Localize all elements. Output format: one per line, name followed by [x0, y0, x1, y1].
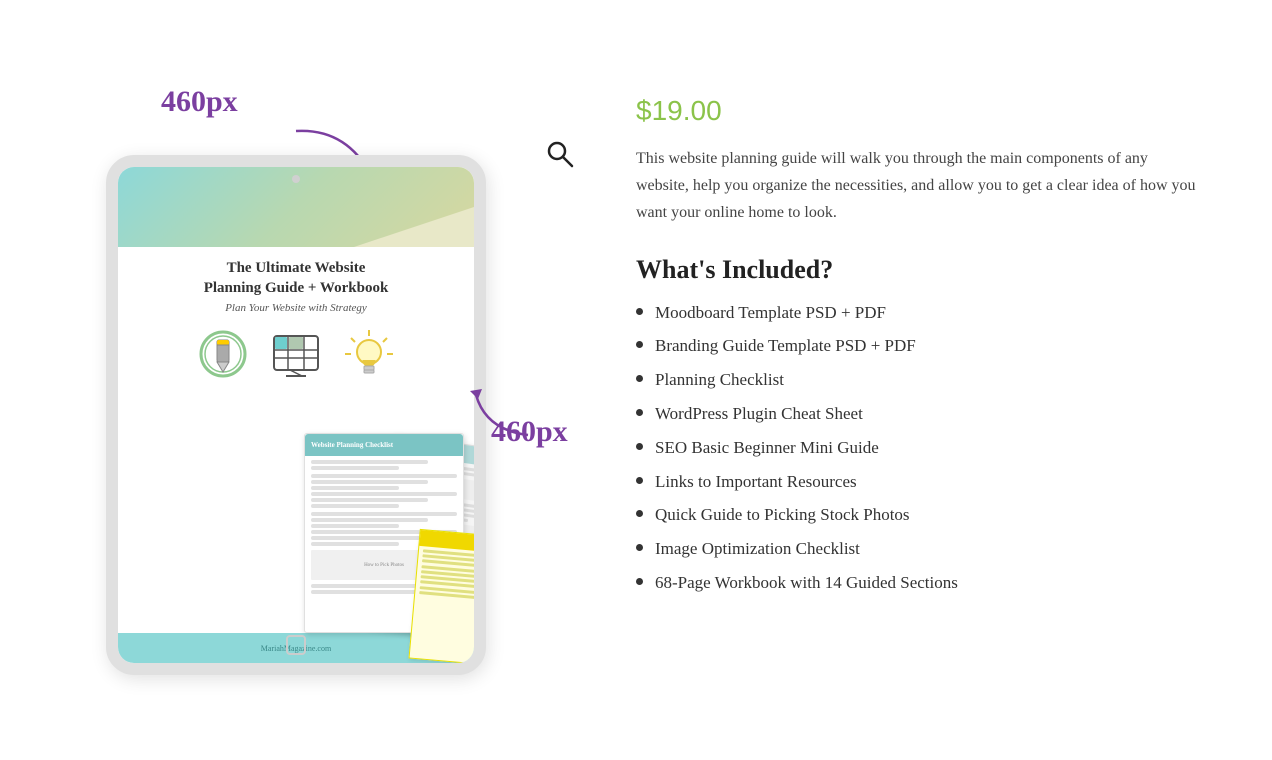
screen-grid-icon	[269, 326, 324, 381]
right-panel: $19.00 This website planning guide will …	[636, 85, 1196, 605]
sheet-yellow-body	[415, 546, 486, 607]
tablet-frame: The Ultimate WebsitePlanning Guide + Wor…	[106, 155, 486, 675]
list-item: Branding Guide Template PSD + PDF	[636, 334, 1196, 358]
pencil-circle-icon	[196, 326, 251, 381]
list-item-text: Image Optimization Checklist	[655, 537, 860, 561]
bullet-dot	[636, 544, 643, 551]
list-item: SEO Basic Beginner Mini Guide	[636, 436, 1196, 460]
list-item: 68-Page Workbook with 14 Guided Sections	[636, 571, 1196, 595]
bullet-dot	[636, 341, 643, 348]
arrow-right-icon	[466, 375, 536, 445]
lightbulb-icon	[342, 326, 397, 381]
dimension-label-top: 460px	[161, 85, 238, 119]
left-panel: 460px The Ultimate We	[76, 85, 576, 675]
list-item-text: 68-Page Workbook with 14 Guided Sections	[655, 571, 958, 595]
pages-stack: Stock Photo Quick Guide	[304, 403, 486, 663]
page-container: 460px The Ultimate We	[36, 55, 1236, 705]
bullet-dot	[636, 375, 643, 382]
bullet-dot	[636, 443, 643, 450]
bullet-dot	[636, 477, 643, 484]
tablet-home-button	[286, 635, 306, 655]
sheet-yellow	[409, 529, 486, 667]
list-item: Quick Guide to Picking Stock Photos	[636, 503, 1196, 527]
tablet-camera	[292, 175, 300, 183]
tablet-content: The Ultimate WebsitePlanning Guide + Wor…	[118, 167, 474, 663]
bullet-dot	[636, 308, 643, 315]
list-item-text: WordPress Plugin Cheat Sheet	[655, 402, 863, 426]
list-item: Planning Checklist	[636, 368, 1196, 392]
list-item-text: SEO Basic Beginner Mini Guide	[655, 436, 879, 460]
whats-included-heading: What's Included?	[636, 255, 1196, 285]
tablet-triangle	[354, 207, 474, 247]
list-item: Image Optimization Checklist	[636, 537, 1196, 561]
tablet-book-title: The Ultimate WebsitePlanning Guide + Wor…	[138, 259, 454, 298]
list-item: WordPress Plugin Cheat Sheet	[636, 402, 1196, 426]
list-item-text: Moodboard Template PSD + PDF	[655, 301, 886, 325]
bullet-dot	[636, 578, 643, 585]
bullet-dot	[636, 510, 643, 517]
tablet-body: The Ultimate WebsitePlanning Guide + Wor…	[118, 247, 474, 633]
product-description: This website planning guide will walk yo…	[636, 145, 1196, 227]
list-item-text: Links to Important Resources	[655, 470, 857, 494]
list-item: Moodboard Template PSD + PDF	[636, 301, 1196, 325]
tablet-icons-row	[138, 326, 454, 381]
sheet-front-header: Website Planning Checklist	[305, 434, 463, 456]
tablet-book-subtitle: Plan Your Website with Strategy	[138, 302, 454, 314]
list-item-text: Quick Guide to Picking Stock Photos	[655, 503, 910, 527]
list-item-text: Planning Checklist	[655, 368, 784, 392]
included-list: Moodboard Template PSD + PDF Branding Gui…	[636, 301, 1196, 595]
list-item-text: Branding Guide Template PSD + PDF	[655, 334, 916, 358]
bullet-dot	[636, 409, 643, 416]
price-label: $19.00	[636, 95, 1196, 127]
list-item: Links to Important Resources	[636, 470, 1196, 494]
